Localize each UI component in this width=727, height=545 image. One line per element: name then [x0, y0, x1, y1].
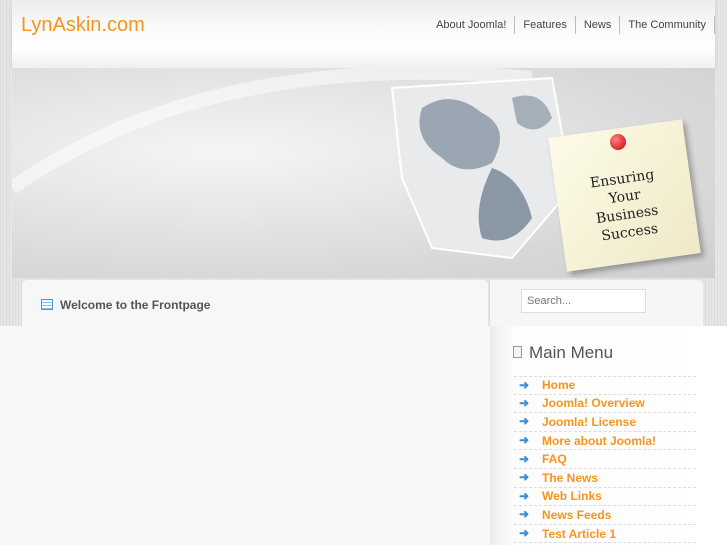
- site-logo[interactable]: LynAskin.com: [21, 14, 145, 37]
- menu-item-label: Joomla! Overview: [542, 396, 645, 411]
- arrow-right-icon: ➜: [519, 414, 530, 429]
- article-icon: [41, 299, 53, 310]
- document-icon: [513, 346, 522, 358]
- menu-item-label: Test Article 1: [542, 526, 617, 541]
- menu-item-label: Web Links: [542, 489, 602, 504]
- nav-community[interactable]: The Community: [620, 16, 715, 34]
- arrow-right-icon: ➜: [519, 395, 530, 410]
- menu-item[interactable]: ➜ Joomla! Overview: [514, 395, 696, 414]
- content-header: Welcome to the Frontpage: [22, 280, 488, 326]
- nav-news[interactable]: News: [576, 16, 621, 34]
- pushpin-icon: [610, 134, 626, 150]
- content-title: Welcome to the Frontpage: [60, 298, 211, 312]
- main-content: [0, 326, 490, 545]
- menu-item[interactable]: ➜ Web Links: [514, 488, 696, 507]
- menu-item[interactable]: ➜ More about Joomla!: [514, 432, 696, 451]
- arrow-right-icon: ➜: [519, 451, 530, 466]
- menu-item-label: Joomla! License: [542, 414, 637, 429]
- arrow-right-icon: ➜: [519, 433, 530, 448]
- top-nav: About Joomla! Features News The Communit…: [428, 16, 715, 34]
- menu-item-label: More about Joomla!: [542, 433, 657, 448]
- search-input[interactable]: [521, 289, 646, 313]
- main-menu-title: Main Menu: [529, 343, 614, 362]
- nav-features[interactable]: Features: [515, 16, 576, 34]
- menu-item-label: Home: [542, 378, 576, 393]
- menu-item[interactable]: ➜ Home: [514, 376, 696, 395]
- main-menu: ➜ Home ➜ Joomla! Overview ➜ Joomla! License ➜ M…: [514, 376, 696, 544]
- menu-item[interactable]: ➜ The News: [514, 469, 696, 488]
- menu-item[interactable]: ➜ News Feeds: [514, 506, 696, 525]
- arrow-right-icon: ➜: [519, 488, 530, 503]
- menu-item-label: FAQ: [542, 452, 567, 467]
- nav-about-joomla[interactable]: About Joomla!: [428, 16, 516, 34]
- arrow-right-icon: ➜: [519, 526, 530, 541]
- banner: Ensuring Your Business Success: [12, 68, 715, 278]
- arrow-right-icon: ➜: [519, 470, 530, 485]
- arrow-right-icon: ➜: [519, 377, 530, 392]
- menu-item-label: The News: [542, 470, 599, 485]
- menu-item-label: News Feeds: [542, 507, 612, 522]
- menu-item[interactable]: ➜ FAQ: [514, 450, 696, 469]
- menu-item[interactable]: ➜ Test Article 1: [514, 525, 696, 544]
- header: LynAskin.com About Joomla! Features News…: [12, 0, 715, 68]
- arrow-right-icon: ➜: [519, 507, 530, 522]
- menu-item[interactable]: ➜ Joomla! License: [514, 413, 696, 432]
